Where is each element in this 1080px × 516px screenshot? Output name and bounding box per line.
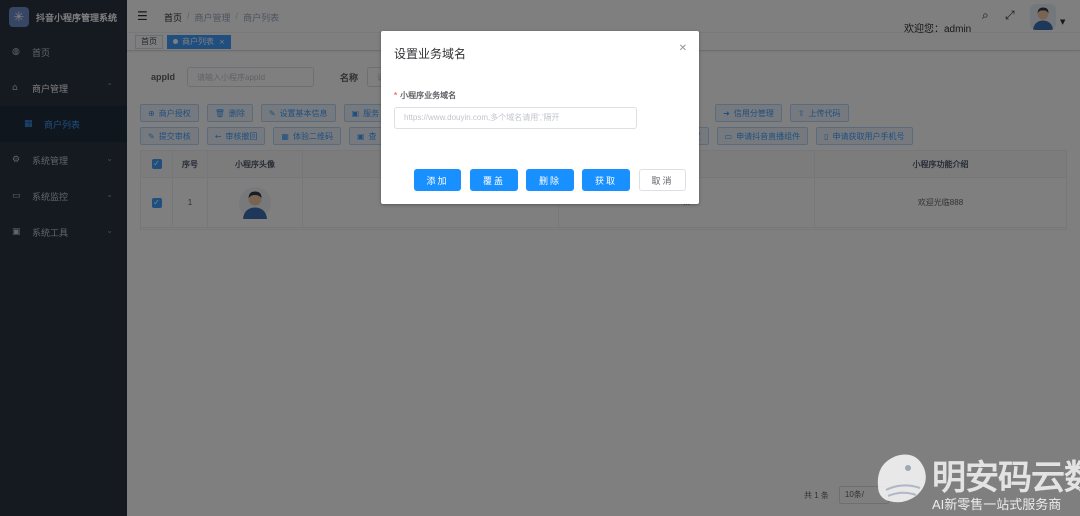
button-label: 添加 (426, 175, 449, 186)
button-label: 获取 (594, 175, 617, 186)
add-button[interactable]: 添加 (414, 169, 461, 191)
delete-button[interactable]: 删除 (526, 169, 574, 191)
overwrite-button[interactable]: 覆盖 (470, 169, 518, 191)
watermark-subtitle: AI新零售一站式服务商 (932, 497, 1062, 512)
required-mark: * (394, 91, 398, 100)
domain-input[interactable]: https://www.douyin.com,多个域名请用','隔开 (394, 107, 637, 129)
watermark: 明安码云数 AI新零售一站式服务商 (872, 442, 1080, 516)
button-label: 覆盖 (482, 175, 505, 186)
watermark-title: 明安码云数 (932, 458, 1080, 498)
button-label: 删除 (538, 175, 561, 186)
watermark-logo-icon (877, 454, 926, 503)
domain-input-placeholder: https://www.douyin.com,多个域名请用','隔开 (404, 113, 560, 122)
button-label: 取消 (651, 175, 674, 186)
dialog-title: 设置业务域名 (394, 47, 467, 61)
domain-field-label: * 小程序业务域名 (394, 90, 456, 101)
cancel-button[interactable]: 取消 (639, 169, 686, 191)
domain-field-label-text: 小程序业务域名 (400, 91, 457, 100)
set-domain-dialog: 设置业务域名 ✕ * 小程序业务域名 https://www.douyin.com… (381, 31, 699, 204)
close-icon[interactable]: ✕ (679, 43, 687, 54)
fetch-button[interactable]: 获取 (582, 169, 630, 191)
